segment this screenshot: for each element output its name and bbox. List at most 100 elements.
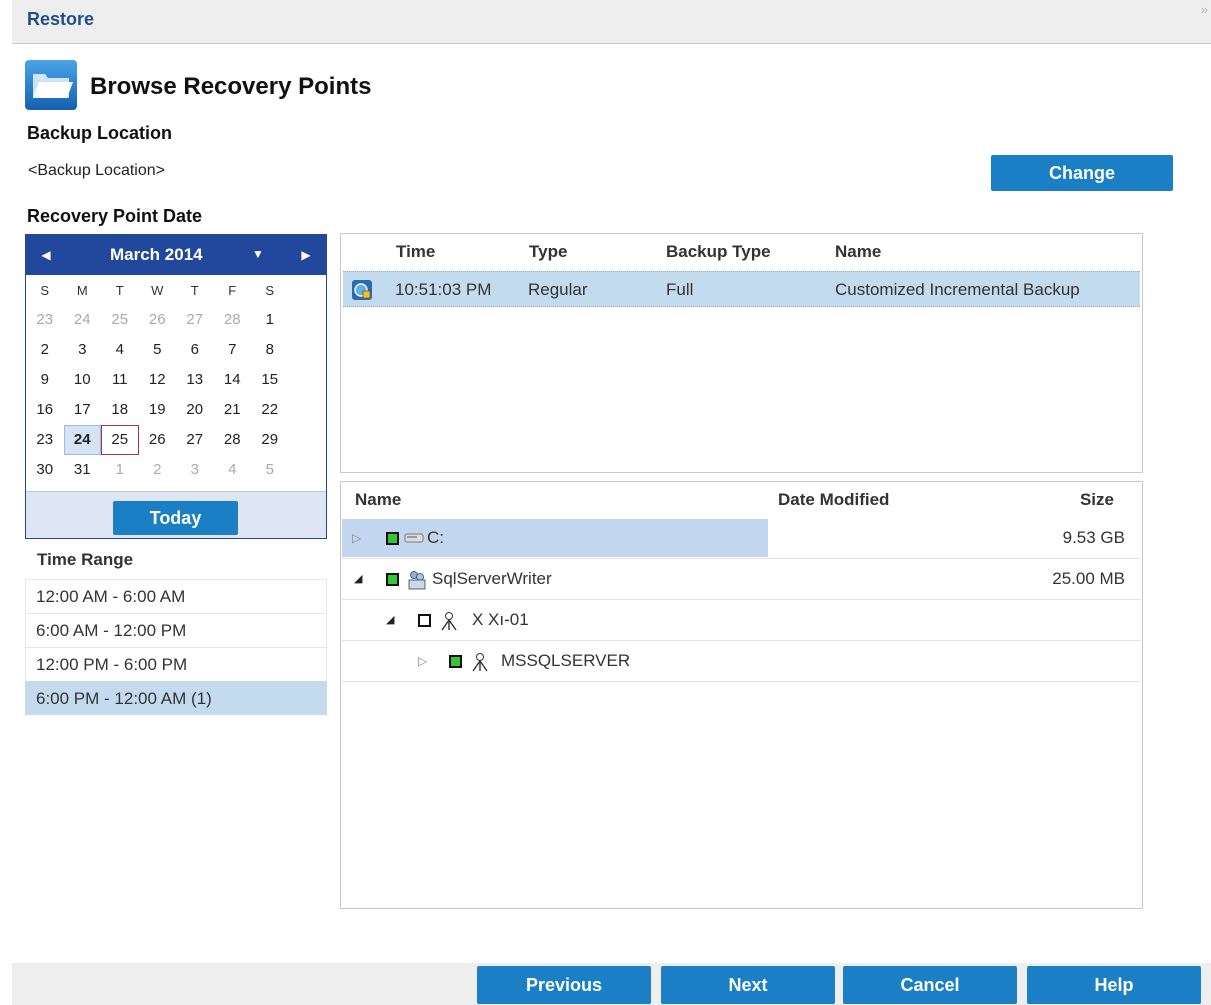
time-range-item[interactable]: 12:00 PM - 6:00 PM bbox=[25, 647, 327, 681]
column-name[interactable]: Name bbox=[835, 242, 881, 262]
calendar-day[interactable]: 20 bbox=[176, 395, 214, 425]
page-title: Browse Recovery Points bbox=[90, 73, 372, 100]
calendar-day[interactable]: 25 bbox=[101, 425, 139, 455]
calendar-day[interactable]: 27 bbox=[176, 425, 214, 455]
calendar-day[interactable]: 8 bbox=[251, 335, 289, 365]
calendar-day[interactable]: 10 bbox=[64, 365, 102, 395]
calendar-day[interactable]: 30 bbox=[26, 455, 64, 485]
time-range-label: Time Range bbox=[37, 550, 134, 569]
weekday-label: W bbox=[151, 283, 164, 298]
calendar-day[interactable]: 1 bbox=[101, 455, 139, 485]
calendar-week: 23 24 25 26 27 28 1 bbox=[26, 305, 326, 335]
column-size[interactable]: Size bbox=[1080, 490, 1114, 510]
checkbox[interactable] bbox=[386, 532, 399, 545]
expand-icon[interactable]: ▷ bbox=[352, 531, 361, 545]
calendar-day[interactable]: 13 bbox=[176, 365, 214, 395]
calendar-day[interactable]: 19 bbox=[139, 395, 177, 425]
weekday-label: M bbox=[76, 283, 88, 298]
weekday-header: SMTWTFS bbox=[26, 277, 326, 305]
calendar-day[interactable]: 24 bbox=[64, 305, 102, 335]
calendar-day[interactable]: 1 bbox=[251, 305, 289, 335]
calendar-day[interactable]: 2 bbox=[139, 455, 177, 485]
cancel-button[interactable]: Cancel bbox=[843, 966, 1017, 1004]
calendar-day[interactable]: 22 bbox=[251, 395, 289, 425]
checkbox[interactable] bbox=[418, 614, 431, 627]
calendar-day[interactable]: 26 bbox=[139, 305, 177, 335]
column-type[interactable]: Type bbox=[529, 242, 567, 262]
tree-item-name: C: bbox=[427, 528, 444, 547]
calendar-day[interactable]: 26 bbox=[139, 425, 177, 455]
today-button[interactable]: Today bbox=[113, 501, 238, 535]
calendar-grid: S M T W T F S 23 24 25 26 27 28 1 2 3 4 5 6 7 8 9 10 11 12 13 14 15… bbox=[26, 277, 326, 485]
tree-row-mssqlserver[interactable]: ▷ MSSQLSERVER bbox=[342, 642, 1141, 682]
previous-button[interactable]: Previous bbox=[477, 966, 651, 1004]
tree-row-instance-group[interactable]: ◢ X Xı-01 bbox=[342, 601, 1141, 641]
column-date-modified[interactable]: Date Modified bbox=[778, 490, 889, 510]
calendar-day[interactable]: 12 bbox=[139, 365, 177, 395]
calendar-day[interactable]: 16 bbox=[26, 395, 64, 425]
calendar-week: 16 17 18 19 20 21 22 bbox=[26, 395, 326, 425]
recovery-point-row[interactable]: 10:51:03 PM Regular Full Customized Incr… bbox=[343, 271, 1140, 307]
recovery-point-type: Regular bbox=[528, 280, 588, 299]
calendar-day[interactable]: 27 bbox=[176, 305, 214, 335]
help-button[interactable]: Help bbox=[1027, 966, 1201, 1004]
calendar-day[interactable]: 6 bbox=[176, 335, 214, 365]
time-range-item[interactable]: 12:00 AM - 6:00 AM bbox=[25, 579, 327, 613]
calendar-week: 23 24 25 26 27 28 29 bbox=[26, 425, 326, 455]
calendar-day[interactable]: 15 bbox=[251, 365, 289, 395]
calendar-day[interactable]: 14 bbox=[214, 365, 252, 395]
calendar-day[interactable]: 4 bbox=[214, 455, 252, 485]
calendar-day[interactable]: 17 bbox=[64, 395, 102, 425]
recovery-point-backup-type: Full bbox=[666, 280, 694, 299]
month-dropdown-icon[interactable]: ▼ bbox=[252, 247, 264, 261]
recovery-points-table: Time Type Backup Type Name 10:51:03 PM R… bbox=[340, 233, 1143, 473]
calendar-day[interactable]: 25 bbox=[101, 305, 139, 335]
column-backup-type[interactable]: Backup Type bbox=[666, 242, 771, 262]
checkbox[interactable] bbox=[449, 655, 462, 668]
calendar-week: 2345678 bbox=[26, 335, 326, 365]
calendar-day[interactable]: 24 bbox=[63, 425, 101, 455]
next-month-icon[interactable]: ▶ bbox=[295, 244, 317, 266]
calendar-day[interactable]: 3 bbox=[176, 455, 214, 485]
weekday-label: T bbox=[190, 283, 199, 298]
calendar-day[interactable]: 4 bbox=[101, 335, 139, 365]
calendar-day[interactable]: 29 bbox=[251, 425, 289, 455]
checkbox[interactable] bbox=[386, 573, 399, 586]
calendar-day[interactable]: 5 bbox=[251, 455, 289, 485]
calendar-day[interactable]: 3 bbox=[64, 335, 102, 365]
time-range-item[interactable]: 6:00 AM - 12:00 PM bbox=[25, 613, 327, 647]
calendar-month-label[interactable]: March 2014 bbox=[110, 245, 203, 265]
collapse-icon[interactable]: ◢ bbox=[386, 613, 394, 626]
calendar-day[interactable]: 11 bbox=[101, 365, 139, 395]
recovery-point-time: 10:51:03 PM bbox=[395, 280, 492, 299]
window-title: Restore bbox=[27, 9, 95, 29]
calendar-day[interactable]: 31 bbox=[64, 455, 102, 485]
calendar-day[interactable]: 2 bbox=[26, 335, 64, 365]
tree-row-drive-c[interactable]: ▷ C: 9.53 GB bbox=[342, 519, 1141, 559]
tree-row-sqlserverwriter[interactable]: ◢ SqlServerWriter 25.00 MB bbox=[342, 560, 1141, 600]
weekday-label: S bbox=[40, 283, 50, 298]
change-button[interactable]: Change bbox=[991, 155, 1173, 191]
calendar-day[interactable]: 21 bbox=[214, 395, 252, 425]
next-button[interactable]: Next bbox=[661, 966, 835, 1004]
calendar-day[interactable]: 23 bbox=[26, 305, 64, 335]
calendar-day[interactable]: 7 bbox=[214, 335, 252, 365]
calendar-day[interactable]: 9 bbox=[26, 365, 64, 395]
component-icon bbox=[441, 612, 457, 631]
recovery-point-name: Customized Incremental Backup bbox=[835, 280, 1080, 299]
expand-icon[interactable]: ▷ bbox=[418, 654, 427, 668]
previous-month-icon[interactable]: ◀ bbox=[35, 244, 57, 266]
calendar-day[interactable]: 23 bbox=[26, 425, 64, 455]
time-range-item[interactable]: 6:00 PM - 12:00 AM (1) bbox=[25, 681, 327, 715]
calendar-week: 30 31 1 2 3 4 5 bbox=[26, 455, 326, 485]
calendar-day[interactable]: 18 bbox=[101, 395, 139, 425]
calendar-day[interactable]: 5 bbox=[139, 335, 177, 365]
title-bar: Restore » bbox=[12, 0, 1211, 44]
collapse-icon[interactable]: ◢ bbox=[354, 572, 362, 585]
column-time[interactable]: Time bbox=[396, 242, 435, 262]
backup-location-value: <Backup Location> bbox=[28, 162, 165, 179]
column-file-name[interactable]: Name bbox=[355, 490, 401, 510]
calendar-day[interactable]: 28 bbox=[214, 305, 252, 335]
collapse-icon[interactable]: » bbox=[1201, 2, 1208, 17]
calendar-day[interactable]: 28 bbox=[214, 425, 252, 455]
